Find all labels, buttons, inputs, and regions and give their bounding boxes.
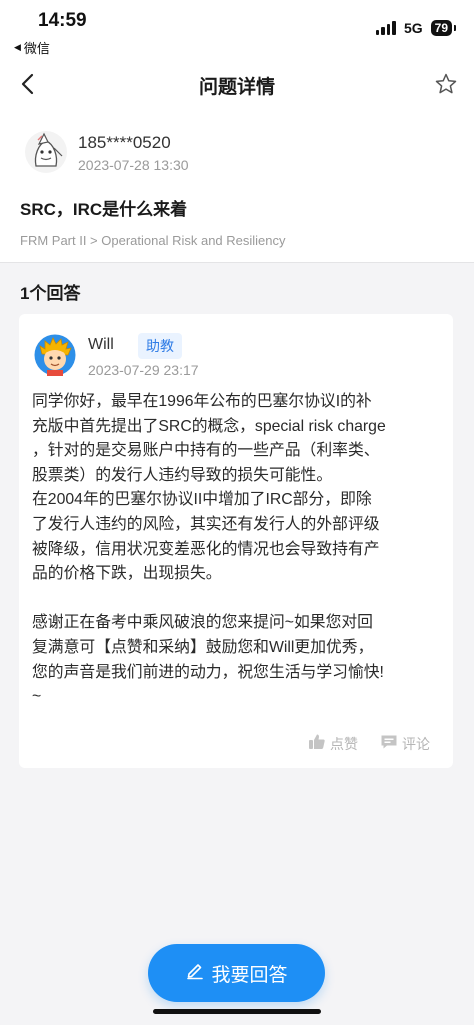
status-indicators: 5G 79 [375,20,457,36]
answer-line: 您的声音是我们前进的动力，祝您生活与学习愉快! [32,663,384,681]
status-time: 14:59 [38,10,87,31]
comment-button[interactable]: 评论 [380,733,430,754]
battery-icon: 79 [430,20,457,36]
answer-line: 在2004年的巴塞尔协议II中增加了IRC部分，即除 [32,491,372,509]
answer-body: 同学你好，最早在1996年公布的巴塞尔协议I的补 充版中首先提出了SRC的概念，… [32,390,444,710]
signal-icon [375,21,396,35]
back-to-app-link[interactable]: ◀ 微信 [14,38,50,57]
edit-pen-icon [185,960,205,986]
home-indicator[interactable] [153,1009,321,1014]
role-badge: 助教 [138,333,182,359]
like-label: 点赞 [330,735,358,752]
answer-line: 了发行人违约的风险，其实还有发行人的外部评级 [32,515,380,533]
answer-line: 感谢正在备考中乘风破浪的您来提问~如果您对回 [32,614,373,632]
back-app-label: 微信 [23,41,50,56]
star-icon[interactable] [434,72,458,96]
answer-line: 股票类）的发行人违约导致的损失可能性。 [32,466,333,484]
answer-line: 同学你好，最早在1996年公布的巴塞尔协议I的补 [32,393,372,410]
answerer-name: Will [88,336,114,353]
asker-name: 185****0520 [78,133,171,152]
answerer-avatar[interactable] [34,334,76,376]
answer-time: 2023-07-29 23:17 [88,362,199,378]
network-label: 5G [403,20,423,36]
answer-line: 复满意可【点赞和采纳】鼓励您和Will更加优秀， [32,638,374,656]
answer-line: 充版中首先提出了SRC的概念，special risk charge [32,417,386,435]
question-time: 2023-07-28 13:30 [78,157,189,173]
thumbs-up-icon [308,733,326,754]
question-title: SRC，IRC是什么来着 [20,200,188,219]
like-button[interactable]: 点赞 [308,733,358,754]
breadcrumb[interactable]: FRM Part II > Operational Risk and Resil… [20,233,286,248]
answer-line: 被降级，信用状况变差恶化的情况也会导致持有产 [32,540,380,558]
answer-line: ，针对的是交易账户中持有的一些产品（利率类、 [32,442,380,460]
answer-count: 1个回答 [20,284,81,303]
page-title: 问题详情 [198,77,275,98]
answer-line: 品的价格下跌，出现损失。 [32,565,222,583]
answer-button[interactable]: 我要回答 [148,944,325,1002]
answer-button-label: 我要回答 [211,964,288,986]
comment-icon [380,733,398,754]
back-triangle-icon: ◀ [14,42,21,52]
answer-line: ~ [32,688,42,706]
comment-label: 评论 [402,735,430,752]
asker-avatar[interactable] [24,130,68,174]
